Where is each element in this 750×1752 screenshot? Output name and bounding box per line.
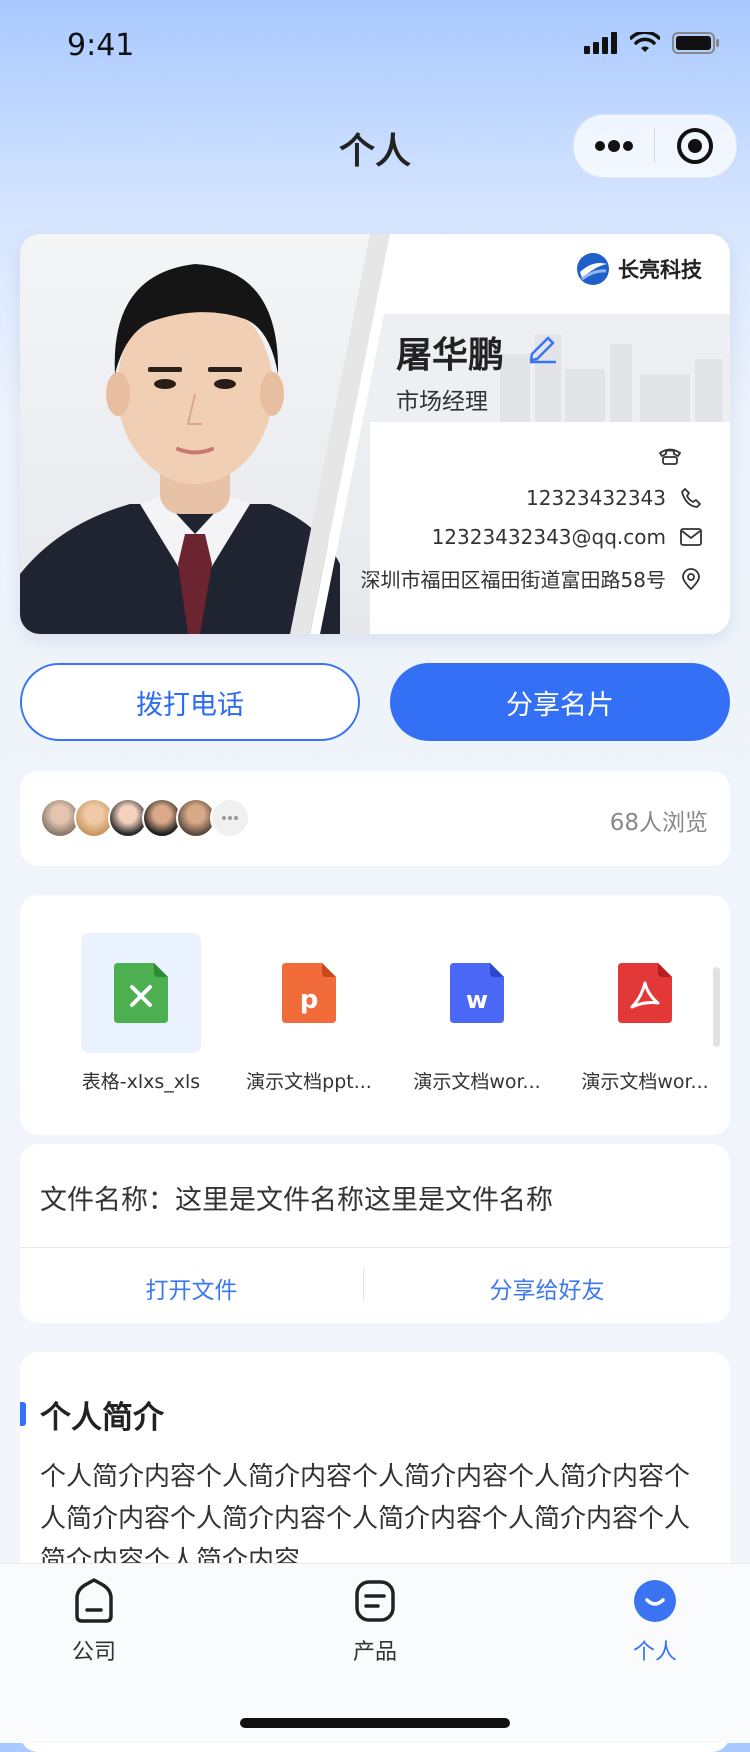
share-card-button[interactable]: 分享名片 bbox=[390, 663, 730, 741]
edit-icon[interactable] bbox=[526, 330, 560, 364]
file-name-label: 文件名称：这里是文件名称这里是文件名称 bbox=[40, 1185, 553, 1216]
file-name: 表格-xlxs_xls bbox=[81, 1071, 201, 1093]
svg-text:p: p bbox=[300, 985, 319, 1015]
target-close-icon bbox=[677, 128, 713, 164]
file-name: 演示文档wor... bbox=[581, 1071, 709, 1093]
file-icon-box: w bbox=[417, 933, 537, 1053]
wifi-icon bbox=[630, 32, 660, 52]
file-name: 演示文档wor... bbox=[413, 1071, 541, 1093]
phone-number: 12323432343 bbox=[526, 486, 666, 510]
business-card: 长亮科技 屠华鹏 市场经理 12323432343 12323432343@qq… bbox=[20, 234, 730, 634]
home-indicator bbox=[240, 1718, 510, 1728]
ppt-file-icon: p bbox=[282, 963, 336, 1023]
more-icon bbox=[595, 140, 633, 152]
excel-file-icon bbox=[114, 963, 168, 1023]
pdf-file-icon bbox=[618, 963, 672, 1023]
view-count: 68人浏览 bbox=[609, 810, 708, 836]
location-pin-icon bbox=[682, 567, 700, 590]
company-logo-icon bbox=[577, 253, 609, 285]
open-file-link[interactable]: 打开文件 bbox=[20, 1271, 363, 1305]
file-item[interactable]: 演示文档wor... bbox=[570, 933, 720, 1094]
person-smile-icon bbox=[634, 1580, 676, 1622]
viewer-avatars bbox=[40, 798, 250, 838]
word-file-icon: w bbox=[450, 963, 504, 1023]
tab-bar: 公司 产品 个人 bbox=[0, 1563, 750, 1743]
file-item[interactable]: w 演示文档wor... bbox=[402, 933, 552, 1094]
intro-title: 个人简介 bbox=[40, 1400, 164, 1436]
person-name: 屠华鹏 bbox=[396, 335, 505, 376]
status-time: 9:41 bbox=[67, 28, 135, 63]
address-row[interactable]: 深圳市福田区福田街道富田路58号 bbox=[361, 564, 702, 593]
tab-company[interactable]: 公司 bbox=[19, 1576, 169, 1666]
tab-product[interactable]: 产品 bbox=[300, 1576, 450, 1666]
landline-icon bbox=[658, 448, 682, 465]
close-button[interactable] bbox=[655, 115, 735, 177]
call-button[interactable]: 拨打电话 bbox=[20, 663, 360, 741]
email-row[interactable]: 12323432343@qq.com bbox=[432, 525, 702, 549]
more-button[interactable] bbox=[574, 115, 654, 177]
scroll-indicator[interactable] bbox=[713, 967, 720, 1047]
mini-program-capsule bbox=[573, 114, 737, 178]
person-title: 市场经理 bbox=[396, 389, 488, 415]
file-icon-box: p bbox=[249, 933, 369, 1053]
status-icons bbox=[584, 32, 720, 54]
product-icon bbox=[355, 1580, 395, 1622]
file-name: 演示文档ppt... bbox=[246, 1071, 372, 1093]
share-to-friend-link[interactable]: 分享给好友 bbox=[364, 1271, 730, 1305]
ellipsis-icon bbox=[222, 816, 238, 820]
viewers-panel[interactable]: 68人浏览 bbox=[20, 771, 730, 866]
company-name: 长亮科技 bbox=[618, 258, 702, 282]
tab-personal[interactable]: 个人 bbox=[580, 1576, 730, 1666]
file-icon-box bbox=[81, 933, 201, 1053]
tab-label: 个人 bbox=[632, 1640, 677, 1665]
phone-row[interactable]: 12323432343 bbox=[526, 486, 702, 510]
address-text: 深圳市福田区福田街道富田路58号 bbox=[360, 568, 666, 592]
svg-text:w: w bbox=[466, 986, 488, 1014]
tab-label: 产品 bbox=[352, 1640, 397, 1665]
file-item[interactable]: p 演示文档ppt... bbox=[234, 933, 384, 1094]
signal-icon bbox=[584, 32, 617, 54]
battery-icon bbox=[672, 32, 719, 54]
email-address: 12323432343@qq.com bbox=[431, 525, 666, 549]
divider bbox=[20, 1247, 730, 1248]
company-brand: 长亮科技 bbox=[576, 252, 702, 286]
tab-label: 公司 bbox=[71, 1640, 116, 1665]
file-item[interactable]: 表格-xlxs_xls bbox=[66, 933, 216, 1094]
more-viewers-avatar bbox=[210, 798, 250, 838]
section-accent-bar bbox=[20, 1402, 26, 1426]
phone-icon bbox=[681, 488, 701, 508]
file-detail-panel: 文件名称：这里是文件名称这里是文件名称 打开文件 分享给好友 bbox=[20, 1144, 730, 1323]
mail-icon bbox=[680, 528, 702, 546]
home-icon bbox=[75, 1578, 113, 1623]
file-icon-box bbox=[585, 933, 705, 1053]
files-panel: 表格-xlxs_xls p 演示文档ppt... w 演示文档wor... 演示… bbox=[20, 895, 730, 1135]
